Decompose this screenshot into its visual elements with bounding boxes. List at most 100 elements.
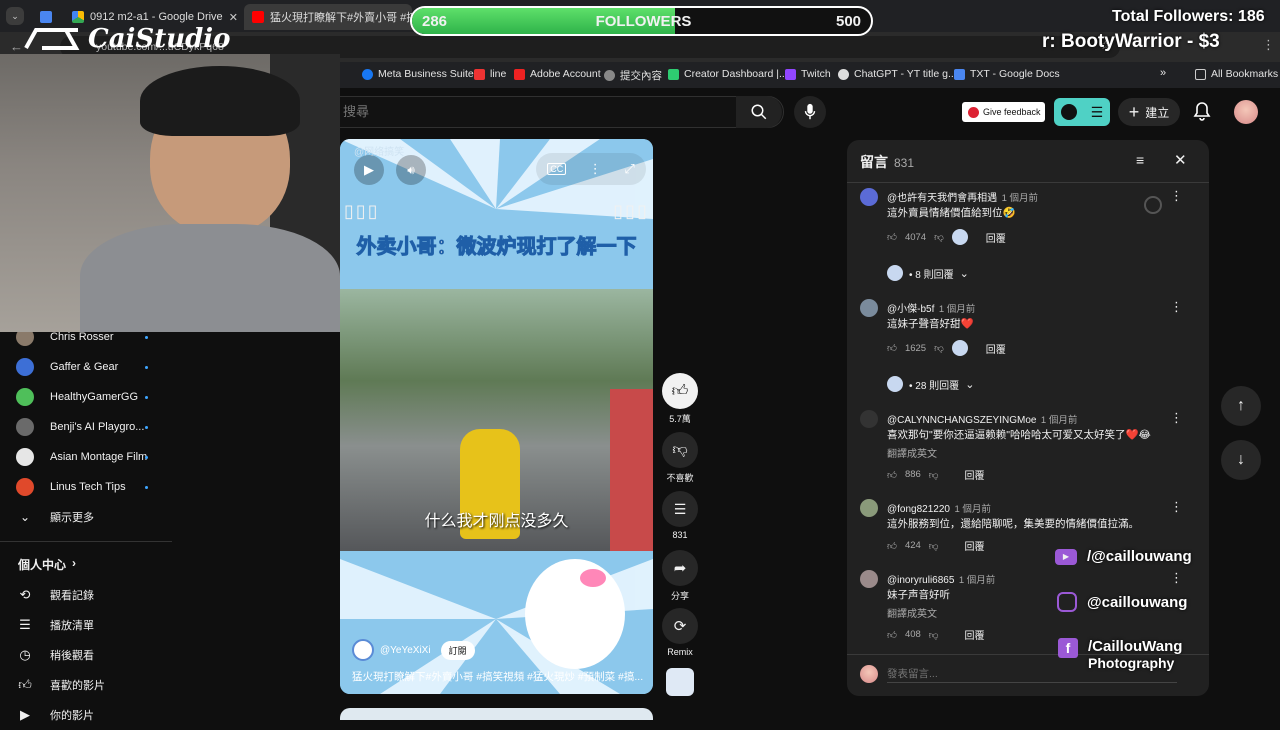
thumbs-down-icon[interactable]: 👎︎ xyxy=(934,342,944,354)
comment-time[interactable]: 1 個月前 xyxy=(954,504,990,515)
sidebar-item-liked-videos[interactable]: 👍︎ 喜歡的影片 xyxy=(16,670,166,700)
chevron-right-icon: › xyxy=(72,556,77,570)
commenter-name[interactable]: @CALYNNCHANGSZEYINGMoe xyxy=(887,415,1036,426)
caistudio-logo: CaiStudio xyxy=(22,24,231,54)
like-button[interactable]: 👍︎ xyxy=(662,373,698,409)
tab-youtube-active[interactable]: 猛火現打瞭解下#外賣小哥 #搞 ✕ xyxy=(244,4,412,30)
commenter-name[interactable]: @fong821220 xyxy=(887,504,950,515)
volume-button[interactable]: 🔊︎ xyxy=(396,155,426,185)
comment-menu-icon[interactable]: ⋮ xyxy=(1170,499,1183,515)
share-button[interactable]: ➦ xyxy=(662,550,698,586)
next-video-button[interactable]: ↓ xyxy=(1221,440,1261,480)
sidebar-item-asian-montage[interactable]: Asian Montage Film xyxy=(16,442,166,472)
channel-avatar[interactable] xyxy=(352,639,374,661)
sidebar-item-healthygamergg[interactable]: HealthyGamerGG xyxy=(16,382,166,412)
sidebar-item-benjis-ai[interactable]: Benji's AI Playgro... xyxy=(16,412,166,442)
thumbs-up-icon[interactable]: 👍︎ xyxy=(887,629,897,641)
more-options-icon[interactable]: ⋮ xyxy=(589,161,602,177)
thumbs-down-icon[interactable]: 👎︎ xyxy=(929,469,939,481)
video-title[interactable]: 猛火現打瞭解下#外賣小哥 #搞笑視頻 #猛火現炒 #預制菜 #搞... xyxy=(352,669,644,684)
notifications-bell-icon[interactable] xyxy=(1193,101,1211,126)
bookmark-txt-docs[interactable]: TXT - Google Docs xyxy=(954,68,1060,80)
thumbs-down-icon[interactable]: 👎︎ xyxy=(929,629,939,641)
menu-kebab-icon[interactable]: ⋮ xyxy=(1262,37,1275,53)
bookmark-creator-dashboard[interactable]: Creator Dashboard |... xyxy=(668,68,788,80)
remix-label: Remix xyxy=(667,647,693,657)
view-replies-button[interactable]: • 28 則回覆 ⌄ xyxy=(887,376,974,392)
commenter-avatar[interactable] xyxy=(860,299,878,317)
sidebar-show-more[interactable]: ⌄ 顯示更多 xyxy=(16,502,166,532)
comment-time[interactable]: 1 個月前 xyxy=(1041,415,1077,426)
fullscreen-icon[interactable]: ⤢ xyxy=(624,161,634,177)
play-button[interactable]: ▶ xyxy=(354,155,384,185)
thumbs-down-icon[interactable]: 👎︎ xyxy=(929,540,939,552)
arrow-up-icon: ↑ xyxy=(1237,397,1245,414)
bookmark-submit[interactable]: 提交內容 xyxy=(604,68,662,83)
sidebar-item-history[interactable]: ⟲ 觀看記錄 xyxy=(16,580,166,610)
tab-list-button[interactable]: ⌄ xyxy=(6,7,24,25)
translate-link[interactable]: 翻譯成英文 xyxy=(887,605,937,620)
sort-icon[interactable]: ≡ xyxy=(1136,152,1144,168)
reply-button[interactable]: 回覆 xyxy=(964,627,984,642)
commenter-name[interactable]: @inoryruli6865 xyxy=(887,575,954,586)
thumbs-up-icon[interactable]: 👍︎ xyxy=(887,540,897,552)
sidebar-you-heading[interactable]: 個人中心 › xyxy=(18,556,76,573)
translate-link[interactable]: 翻譯成英文 xyxy=(887,445,937,460)
commenter-name[interactable]: @小傑-b5f xyxy=(887,304,934,315)
arrow-down-icon: ↓ xyxy=(1237,451,1245,468)
comment-time[interactable]: 1 個月前 xyxy=(939,304,975,315)
bookmark-line[interactable]: line xyxy=(474,68,506,80)
account-avatar[interactable] xyxy=(1234,100,1258,124)
reply-button[interactable]: 回覆 xyxy=(986,341,1006,356)
search-button[interactable] xyxy=(736,96,782,128)
reply-button[interactable]: 回覆 xyxy=(986,230,1006,245)
captions-icon[interactable]: CC xyxy=(547,163,567,175)
sidebar-item-gaffer-gear[interactable]: Gaffer & Gear xyxy=(16,352,166,382)
comment-menu-icon[interactable]: ⋮ xyxy=(1170,410,1183,426)
commenter-name[interactable]: @也許有天我們會再相遇 xyxy=(887,193,997,204)
view-replies-button[interactable]: • 8 則回覆 ⌄ xyxy=(887,265,969,281)
bookmark-meta[interactable]: Meta Business Suite xyxy=(362,68,474,80)
thumbs-down-icon[interactable]: 👎︎ xyxy=(934,231,944,243)
bookmark-twitch[interactable]: Twitch xyxy=(785,68,831,80)
thumbs-up-icon[interactable]: 👍︎ xyxy=(887,231,897,243)
comment-menu-icon[interactable]: ⋮ xyxy=(1170,570,1183,586)
comment-time[interactable]: 1 個月前 xyxy=(959,575,995,586)
sidebar-item-watch-later[interactable]: ◷ 稍後觀看 xyxy=(16,640,166,670)
channel-name[interactable]: @YeYeXiXi xyxy=(380,645,431,656)
previous-video-button[interactable]: ↑ xyxy=(1221,386,1261,426)
sidebar-item-your-videos[interactable]: ▶ 你的影片 xyxy=(16,700,166,730)
all-bookmarks[interactable]: All Bookmarks xyxy=(1195,68,1278,80)
more-bookmarks-icon[interactable]: » xyxy=(1160,67,1166,79)
comments-panel: 留言 831 ≡ ✕ @也許有天我們會再相遇 1 個月前 這外賣員情緒價值給到位… xyxy=(847,140,1209,696)
search-input[interactable] xyxy=(343,104,723,119)
give-feedback-button[interactable]: Give feedback xyxy=(962,102,1045,122)
shorts-video-player[interactable]: ▯▯▯ ▯▯▯ 外卖小哥：微波炉现打了解一下 @网络搞笑 ▶ 🔊︎ CC ⋮ ⤢… xyxy=(340,139,653,694)
create-button[interactable]: + 建立 xyxy=(1118,98,1180,126)
tab-close-icon[interactable]: ✕ xyxy=(229,11,238,24)
thumbs-up-icon[interactable]: 👍︎ xyxy=(887,469,897,481)
reply-button[interactable]: 回覆 xyxy=(964,467,984,482)
comment-menu-icon[interactable]: ⋮ xyxy=(1170,299,1183,315)
remix-button[interactable]: ⟳ xyxy=(662,608,698,644)
commenter-avatar[interactable] xyxy=(860,570,878,588)
comment-menu-icon[interactable]: ⋮ xyxy=(1170,188,1183,204)
dislike-button[interactable]: 👎︎ xyxy=(662,432,698,468)
commenter-avatar[interactable] xyxy=(860,188,878,206)
thumbs-up-icon[interactable]: 👍︎ xyxy=(887,342,897,354)
commenter-avatar[interactable] xyxy=(860,499,878,517)
reply-button[interactable]: 回覆 xyxy=(964,538,984,553)
comments-button[interactable]: ☰ xyxy=(662,491,698,527)
sidebar-item-playlists[interactable]: ☰ 播放清單 xyxy=(16,610,166,640)
extension-button[interactable]: ☰ xyxy=(1054,98,1110,126)
next-video-preview[interactable] xyxy=(340,708,653,720)
bookmark-adobe[interactable]: Adobe Account xyxy=(514,68,601,80)
subscribe-button[interactable]: 訂閱 xyxy=(440,640,475,660)
bookmark-chatgpt[interactable]: ChatGPT - YT title g... xyxy=(838,68,957,80)
sidebar-item-linus-tech-tips[interactable]: Linus Tech Tips xyxy=(16,472,166,502)
close-icon[interactable]: ✕ xyxy=(1174,151,1187,169)
sound-thumbnail[interactable] xyxy=(666,668,694,696)
comment-time[interactable]: 1 個月前 xyxy=(1002,193,1038,204)
voice-search-button[interactable] xyxy=(794,96,826,128)
commenter-avatar[interactable] xyxy=(860,410,878,428)
